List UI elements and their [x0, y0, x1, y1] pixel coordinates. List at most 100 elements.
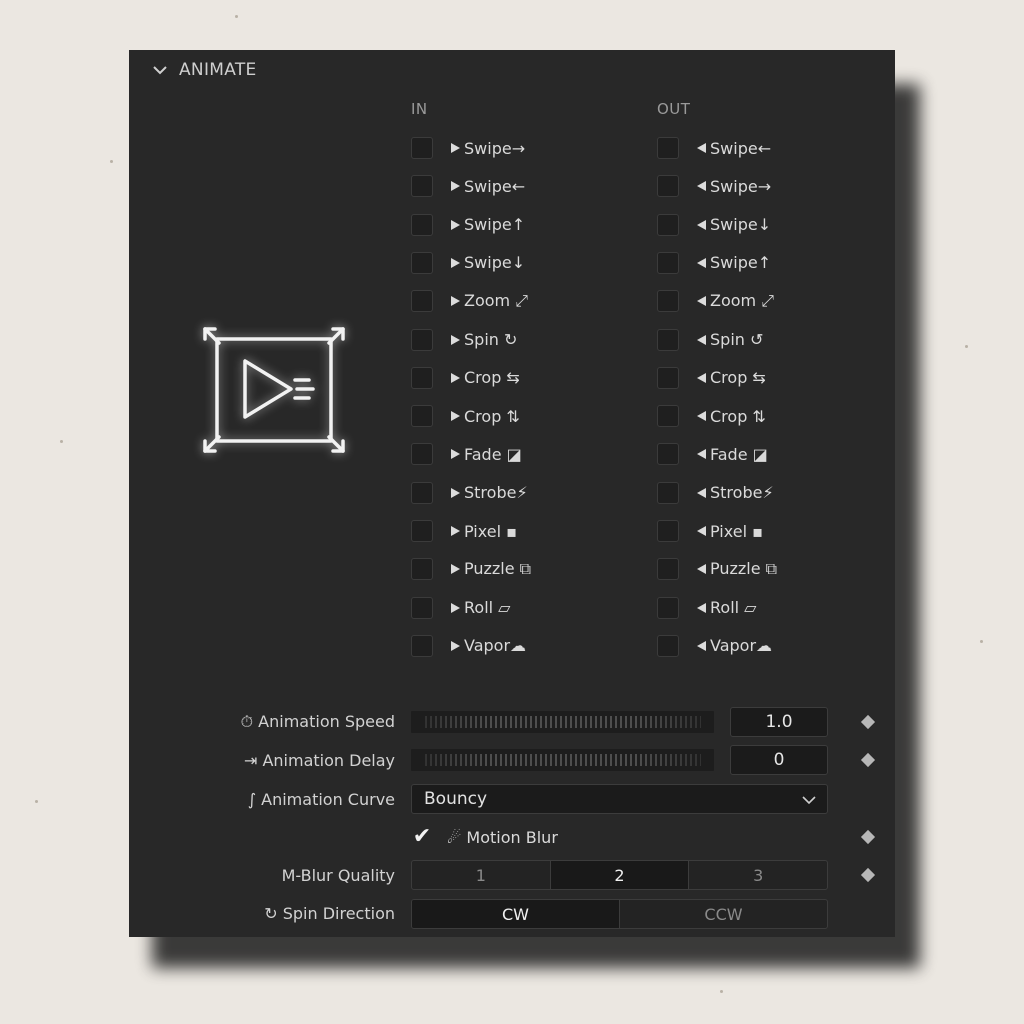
in-option-row[interactable]: Swipe→ — [411, 136, 525, 160]
out-option-row[interactable]: Crop ⇆ — [657, 366, 766, 390]
out-option-row[interactable]: Swipe← — [657, 136, 771, 160]
out-option-row[interactable]: Swipe→ — [657, 174, 771, 198]
in-option-checkbox[interactable] — [411, 137, 433, 159]
motion-blur-label: ☄ Motion Blur — [447, 827, 558, 847]
out-option-checkbox[interactable] — [657, 405, 679, 428]
motion-blur-keyframe-icon[interactable] — [860, 829, 876, 845]
option-label: Strobe⚡ — [464, 483, 528, 503]
play-left-icon — [697, 372, 706, 383]
in-option-row[interactable]: Crop ⇅ — [411, 404, 520, 428]
animation-speed-slider[interactable] — [411, 711, 714, 733]
in-option-row[interactable]: Vapor☁ — [411, 634, 526, 658]
in-option-checkbox[interactable] — [411, 596, 433, 619]
in-option-checkbox[interactable] — [411, 481, 433, 504]
in-option-row[interactable]: Roll ▱ — [411, 596, 510, 620]
out-option-checkbox[interactable] — [657, 290, 679, 313]
play-right-icon — [451, 219, 460, 230]
mblur-quality-option[interactable]: 2 — [549, 861, 689, 889]
play-left-icon — [697, 602, 706, 613]
out-option-checkbox[interactable] — [657, 520, 679, 542]
out-option-checkbox[interactable] — [657, 634, 679, 657]
play-left-icon — [697, 487, 706, 498]
option-label: Spin ↻ — [464, 330, 518, 349]
in-option-row[interactable]: Spin ↻ — [411, 328, 517, 352]
out-option-row[interactable]: Zoom ⤢ — [657, 289, 774, 313]
out-option-row[interactable]: Crop ⇅ — [657, 404, 766, 428]
out-option-checkbox[interactable] — [657, 558, 679, 581]
in-option-checkbox[interactable] — [411, 405, 433, 428]
animation-speed-label: ⏱ Animation Speed — [240, 712, 395, 731]
play-left-icon — [697, 296, 706, 307]
in-option-checkbox[interactable] — [411, 290, 433, 313]
play-right-icon — [451, 526, 460, 536]
out-option-checkbox[interactable] — [657, 175, 679, 198]
out-option-row[interactable]: Roll ▱ — [657, 596, 756, 620]
option-label: Puzzle ⧉ — [464, 559, 532, 579]
animation-curve-dropdown[interactable]: Bouncy — [411, 784, 828, 814]
in-option-checkbox[interactable] — [411, 520, 433, 542]
paper-speck — [720, 990, 723, 993]
in-option-row[interactable]: Pixel ▪ — [411, 519, 517, 543]
play-right-icon — [451, 487, 460, 498]
in-option-checkbox[interactable] — [411, 634, 433, 657]
out-option-checkbox[interactable] — [657, 251, 679, 274]
in-option-checkbox[interactable] — [411, 366, 433, 389]
in-option-row[interactable]: Crop ⇆ — [411, 366, 520, 390]
out-option-checkbox[interactable] — [657, 137, 679, 159]
play-right-icon — [451, 640, 460, 651]
out-option-checkbox[interactable] — [657, 213, 679, 236]
in-option-row[interactable]: Fade ◪ — [411, 442, 522, 466]
animation-delay-input[interactable]: 0 — [730, 745, 828, 775]
out-option-checkbox[interactable] — [657, 366, 679, 389]
animation-speed-input[interactable]: 1.0 — [730, 707, 828, 737]
in-option-row[interactable]: Swipe← — [411, 174, 525, 198]
animation-speed-keyframe-icon[interactable] — [860, 714, 876, 730]
section-header[interactable]: ANIMATE — [151, 59, 257, 81]
mblur-quality-keyframe-icon[interactable] — [860, 867, 876, 883]
animation-curve-value: Bouncy — [424, 789, 488, 809]
out-option-row[interactable]: Spin ↺ — [657, 328, 763, 352]
out-option-row[interactable]: Pixel ▪ — [657, 519, 763, 543]
out-option-checkbox[interactable] — [657, 328, 679, 351]
mblur-quality-option[interactable]: 1 — [412, 861, 550, 889]
in-option-checkbox[interactable] — [411, 175, 433, 198]
animation-delay-slider[interactable] — [411, 749, 714, 771]
spin-direction-option[interactable]: CCW — [619, 900, 827, 928]
mblur-quality-option[interactable]: 3 — [688, 861, 827, 889]
in-option-checkbox[interactable] — [411, 213, 433, 236]
in-option-checkbox[interactable] — [411, 558, 433, 581]
motion-blur-checkbox[interactable]: ✔ — [411, 824, 433, 849]
out-option-row[interactable]: Swipe↓ — [657, 213, 771, 237]
out-option-checkbox[interactable] — [657, 443, 679, 466]
in-option-checkbox[interactable] — [411, 251, 433, 274]
option-label: Fade ◪ — [464, 444, 522, 464]
option-label: Strobe⚡ — [710, 483, 774, 503]
in-option-row[interactable]: Zoom ⤢ — [411, 289, 528, 313]
out-option-row[interactable]: Fade ◪ — [657, 442, 768, 466]
mblur-quality-label: M-Blur Quality — [281, 865, 395, 885]
out-option-row[interactable]: Puzzle ⧉ — [657, 557, 777, 581]
out-option-row[interactable]: Vapor☁ — [657, 634, 772, 658]
option-label: Swipe↓ — [710, 215, 772, 235]
in-option-row[interactable]: Swipe↓ — [411, 251, 525, 275]
out-option-checkbox[interactable] — [657, 596, 679, 619]
out-option-checkbox[interactable] — [657, 481, 679, 504]
option-label: Swipe↑ — [464, 215, 526, 235]
paper-speck — [60, 440, 63, 443]
play-left-icon — [697, 257, 706, 268]
option-label: Crop ⇆ — [710, 368, 766, 388]
in-option-row[interactable]: Swipe↑ — [411, 213, 525, 237]
animation-delay-keyframe-icon[interactable] — [860, 752, 876, 768]
in-option-row[interactable]: Strobe⚡ — [411, 481, 528, 505]
play-right-icon — [451, 143, 460, 153]
out-option-row[interactable]: Strobe⚡ — [657, 481, 774, 505]
animate-panel: ANIMATE IN OUT Swipe→ Swipe← Swipe↑ Swipe↓ Z… — [129, 50, 895, 937]
option-label: Swipe← — [464, 176, 526, 196]
play-left-icon — [697, 143, 706, 153]
in-option-checkbox[interactable] — [411, 443, 433, 466]
in-option-row[interactable]: Puzzle ⧉ — [411, 557, 531, 581]
spin-direction-option[interactable]: CW — [412, 900, 619, 928]
in-option-checkbox[interactable] — [411, 328, 433, 351]
mblur-quality-segmented: 123 — [411, 860, 828, 890]
out-option-row[interactable]: Swipe↑ — [657, 251, 771, 275]
